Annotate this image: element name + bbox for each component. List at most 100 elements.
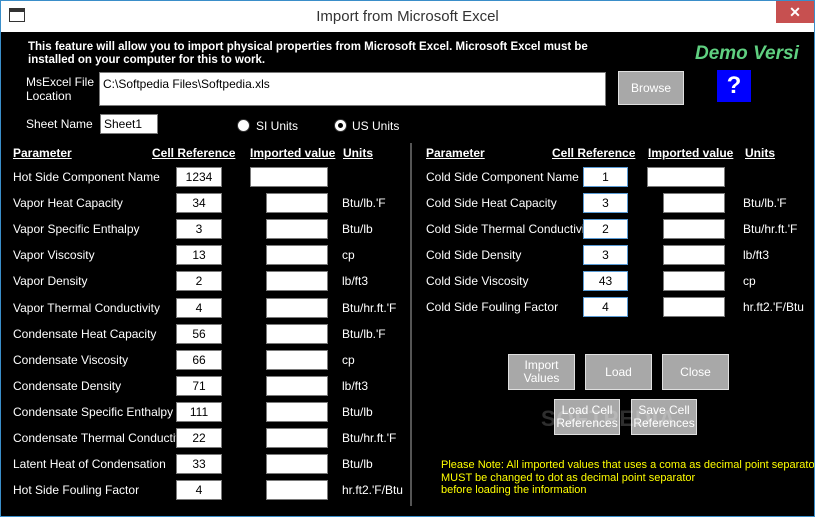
cell-reference-input[interactable]: 2 [176,271,222,292]
import-values-button[interactable]: Import Values [508,354,575,390]
cell-reference-input[interactable]: 3 [583,193,628,213]
note-line-2: MUST be changed to dot as decimal point … [441,471,696,484]
load-button[interactable]: Load [585,354,652,390]
parameter-label: Cold Side Component Name [426,170,579,184]
imported-value-input[interactable] [663,271,725,291]
si-units-radio[interactable] [237,119,250,132]
unit-label: Btu/lb [342,457,373,472]
unit-label: Btu/hr.ft.'F [342,300,397,315]
note-line-3: before loading the information [441,484,587,496]
parameter-label: Condensate Density [13,378,122,393]
cell-reference-input[interactable]: 22 [176,428,222,448]
cold-cell-reference-header: Cell Reference [552,146,636,160]
cold-parameter-header: Parameter [426,146,485,160]
cell-reference-input[interactable]: 4 [583,297,628,317]
hot-parameter-header: Parameter [13,146,72,160]
help-icon[interactable]: ? [717,70,751,102]
cell-reference-input[interactable]: 66 [176,349,222,370]
sheet-name-label: Sheet Name [26,117,93,131]
unit-label: Btu/lb.'F [743,196,787,210]
parameter-label: Vapor Heat Capacity [13,196,123,211]
unit-label: Btu/lb.'F [342,326,386,341]
unit-label: hr.ft2.'F/Btu [743,300,804,314]
imported-value-input[interactable] [266,349,328,370]
imported-value-input[interactable] [266,428,328,448]
close-button[interactable]: Close [662,354,729,390]
cell-reference-input[interactable]: 13 [176,245,222,266]
cell-reference-input[interactable]: 3 [583,245,628,265]
parameter-label: Vapor Density [13,274,88,289]
imported-value-input[interactable] [266,454,328,475]
unit-label: cp [743,274,756,288]
close-window-button[interactable]: ✕ [776,1,814,23]
parameter-label: Hot Side Component Name [13,170,160,184]
unit-label: Btu/lb [342,222,373,237]
parameter-label: Vapor Viscosity [13,248,95,263]
imported-value-input[interactable] [266,480,328,501]
cell-reference-input[interactable]: 3 [176,219,222,240]
unit-label: lb/ft3 [743,248,770,262]
parameter-label: Condensate Heat Capacity [13,326,157,341]
unit-label: Btu/hr.ft.'F [342,431,397,445]
imported-value-input[interactable] [663,297,725,317]
cell-reference-input[interactable]: 71 [176,375,222,396]
cell-reference-input[interactable]: 111 [176,401,222,422]
si-units-label: SI Units [256,119,299,133]
unit-label: hr.ft2.'F/Btu [342,483,403,498]
panel-divider [410,143,412,506]
cell-reference-input[interactable]: 4 [176,480,222,501]
sheet-name-input[interactable]: Sheet1 [100,114,158,134]
us-units-label: US Units [352,119,400,133]
cell-reference-input[interactable]: 43 [583,271,628,291]
imported-value-input[interactable] [266,375,328,396]
imported-value-input[interactable] [663,193,725,213]
imported-value-input[interactable] [647,167,725,187]
window-title: Import from Microsoft Excel [316,8,499,25]
imported-value-input[interactable] [250,167,328,187]
cell-reference-input[interactable]: 33 [176,454,222,475]
hot-imported-value-header: Imported value [250,146,336,160]
imported-value-input[interactable] [663,219,725,239]
parameter-label: Cold Side Thermal Conductivity [426,222,594,236]
imported-value-input[interactable] [266,219,328,240]
us-units-radio[interactable] [334,119,347,132]
imported-value-input[interactable] [266,323,328,344]
parameter-label: Vapor Thermal Conductivity [13,300,160,315]
cell-reference-input[interactable]: 56 [176,323,222,344]
watermark: SOFTPEDIA [541,406,676,431]
parameter-label: Cold Side Viscosity [426,274,529,288]
browse-button[interactable]: Browse [618,71,684,105]
cell-reference-input[interactable]: 4 [176,297,222,318]
cell-reference-input[interactable]: 2 [583,219,628,239]
cold-imported-value-header: Imported value [648,146,734,160]
cell-reference-input[interactable]: 34 [176,193,222,214]
unit-label: lb/ft3 [342,274,369,289]
unit-label: lb/ft3 [342,378,369,393]
demo-version-label: Demo Versi [695,43,799,64]
intro-text: This feature will allow you to import ph… [28,41,588,66]
file-location-input[interactable]: C:\Softpedia Files\Softpedia.xls [99,72,606,106]
imported-value-input[interactable] [266,297,328,318]
imported-value-input[interactable] [266,401,328,422]
cell-reference-input[interactable]: 1234 [176,167,222,187]
unit-label: Btu/lb.'F [342,196,386,211]
parameter-label: Cold Side Heat Capacity [426,196,557,210]
cold-units-header: Units [745,146,775,160]
title-bar: Import from Microsoft Excel ✕ [1,1,814,32]
parameter-label: Latent Heat of Condensation [13,457,166,472]
parameter-label: Condensate Thermal Conductivity [13,431,194,445]
unit-label: Btu/hr.ft.'F [743,222,798,236]
hot-units-header: Units [343,146,373,160]
cell-reference-input[interactable]: 1 [583,167,628,187]
parameter-label: Condensate Viscosity [13,352,129,367]
parameter-label: Cold Side Density [426,248,522,262]
imported-value-input[interactable] [266,245,328,266]
imported-value-input[interactable] [266,271,328,292]
import-excel-window: Import from Microsoft Excel ✕ This featu… [0,0,815,517]
parameter-label: Cold Side Fouling Factor [426,300,559,314]
unit-label: Btu/lb [342,404,373,419]
imported-value-input[interactable] [266,193,328,214]
decimal-separator-note: Please Note: All imported values that us… [441,459,814,497]
imported-value-input[interactable] [663,245,725,265]
parameter-label: Vapor Specific Enthalpy [13,222,140,237]
